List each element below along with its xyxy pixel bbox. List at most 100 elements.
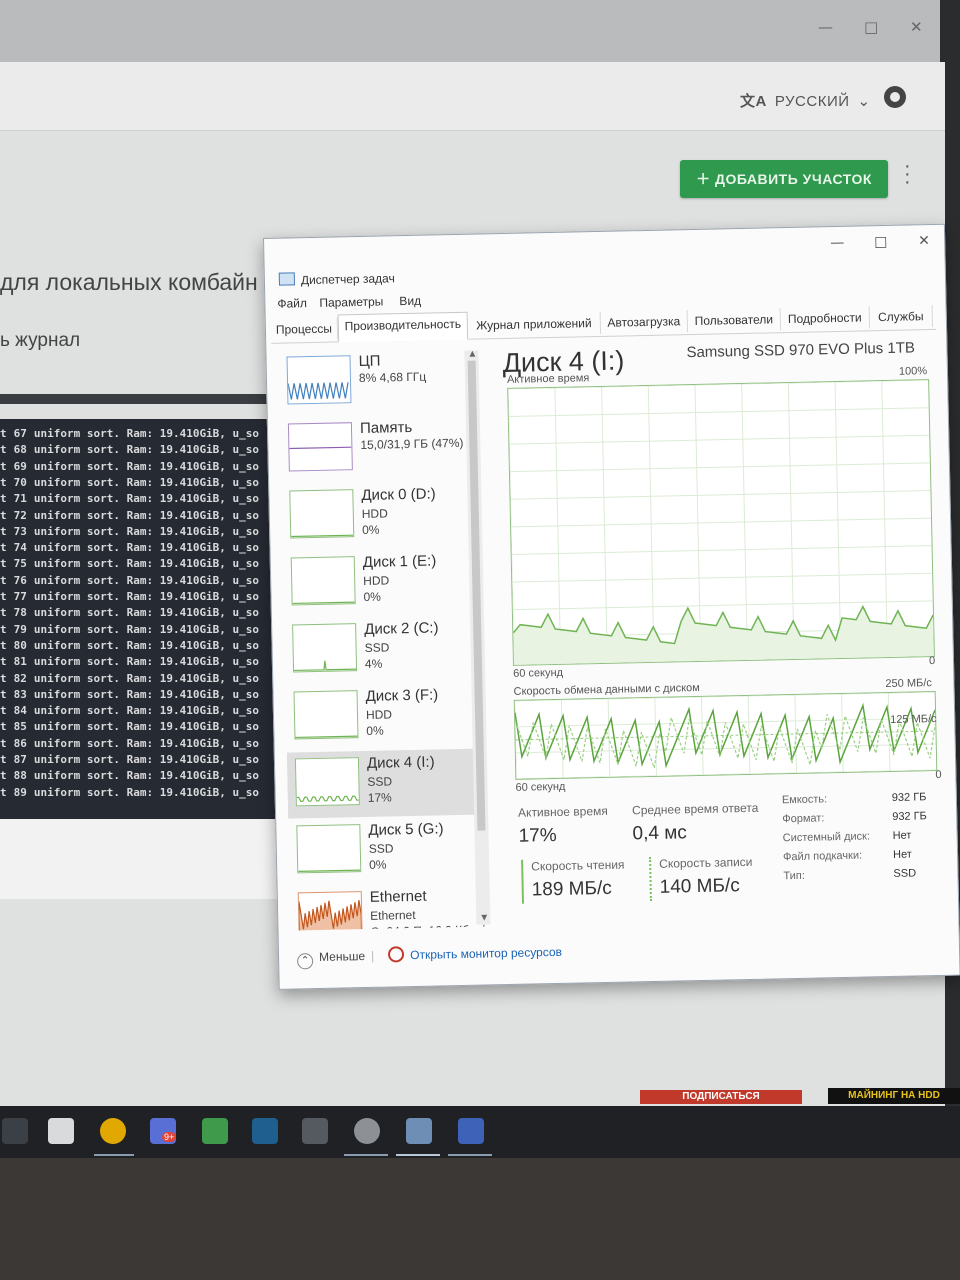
sidebar-item-value: 15,0/31,9 ГБ (47%) <box>360 435 464 453</box>
terminal-line-text: uniform sort. Ram: 19.410GiB, u_so <box>33 557 260 571</box>
property-label: Системный диск: <box>782 830 871 845</box>
unity-icon[interactable] <box>302 1118 328 1144</box>
close-icon[interactable]: ✕ <box>910 18 923 36</box>
sidebar-item-thumbnail <box>292 623 358 673</box>
footer-divider: | <box>370 948 375 963</box>
discord-icon[interactable]: 9+ <box>150 1118 177 1144</box>
sidebar-item[interactable]: Диск 4 (I:) SSD 17% <box>286 748 479 819</box>
theme-toggle-icon[interactable] <box>884 86 906 108</box>
terminal-line: t 84 uniform sort. Ram: 19.410GiB, u_so <box>0 704 259 717</box>
sidebar-item-type: HDD <box>361 506 388 521</box>
terminal-line-prefix: t <box>0 427 7 440</box>
property-value: Нет <box>892 829 912 842</box>
sidebar-item[interactable]: EthernetEthernetО: 24,0 П: 16,0 Кбит/с <box>290 883 491 931</box>
disk-model: Samsung SSD 970 EVO Plus 1TB <box>686 339 916 362</box>
terminal-line-number: 79 <box>13 622 27 636</box>
tab-processes[interactable]: Процессы <box>270 317 339 341</box>
read-speed-label: Скорость чтения <box>531 857 625 874</box>
terminal-line-text: uniform sort. Ram: 19.410GiB, u_so <box>33 704 260 718</box>
chrome-icon[interactable] <box>100 1118 126 1144</box>
tab-users[interactable]: Пользователи <box>687 308 782 333</box>
terminal-line-text: uniform sort. Ram: 19.410GiB, u_so <box>33 443 260 457</box>
task-manager-window: Диспетчер задач — □ ✕ Файл Параметры Вид… <box>263 223 960 990</box>
terminal-line-prefix: t <box>0 720 7 734</box>
task-manager-taskbar-icon[interactable] <box>406 1118 432 1144</box>
active-time-label: Активное время <box>517 803 608 820</box>
tab-services[interactable]: Службы <box>869 304 934 329</box>
tab-app-history[interactable]: Журнал приложений <box>467 311 602 337</box>
sidebar-item-name: Диск 0 (D:) <box>361 485 436 504</box>
add-plot-button[interactable]: ＋ ДОБАВИТЬ УЧАСТОК <box>680 160 888 198</box>
network-app-icon[interactable] <box>458 1118 484 1144</box>
tab-startup[interactable]: Автозагрузка <box>600 310 689 334</box>
sidebar-item[interactable]: Диск 1 (E:) HDD 0% <box>283 548 474 618</box>
chevron-up-icon: ⌃ <box>296 953 314 970</box>
open-resource-monitor-link[interactable]: Открыть монитор ресурсов <box>410 945 562 962</box>
mail-icon[interactable] <box>48 1118 74 1144</box>
terminal-line-prefix: t <box>0 638 7 652</box>
terminal-line-text: uniform sort. Ram: 19.410GiB, u_so <box>33 475 260 489</box>
terminal-line-prefix: t <box>0 573 7 587</box>
terminal-line: t 88 uniform sort. Ram: 19.410GiB, u_so <box>0 769 259 782</box>
sidebar-item-type: SSD <box>364 640 390 655</box>
log-heading: ь журнал <box>0 330 81 351</box>
terminal-line-text: uniform sort. Ram: 19.410GiB, u_so <box>33 720 260 734</box>
scroll-up-icon[interactable]: ▲ <box>467 349 477 360</box>
log-panel-footer <box>0 819 290 899</box>
sidebar-item[interactable]: Диск 3 (F:) HDD 0% <box>285 682 476 752</box>
terminal-line-text: uniform sort. Ram: 19.410GiB, u_so <box>33 655 260 669</box>
menu-options[interactable]: Параметры <box>319 294 383 309</box>
graph2-label: Скорость обмена данными с диском <box>513 681 700 698</box>
minimize-icon[interactable]: — <box>818 18 833 36</box>
sidebar-item-value: 0% <box>366 723 384 738</box>
maximize-icon[interactable]: □ <box>874 234 888 250</box>
write-indicator <box>649 857 652 902</box>
property-label: Емкость: <box>781 793 828 807</box>
menu-file[interactable]: Файл <box>277 296 307 311</box>
terminal-line: t 78 uniform sort. Ram: 19.410GiB, u_so <box>0 606 259 619</box>
terminal-line-number: 80 <box>13 638 27 652</box>
sidebar-item[interactable]: Диск 0 (D:) HDD 0% <box>281 481 472 551</box>
terminal-line: t 69 uniform sort. Ram: 19.410GiB, u_so <box>0 460 259 473</box>
sidebar-item[interactable]: Диск 5 (G:) SSD 0% <box>288 816 479 886</box>
sidebar-item[interactable]: ЦП 8% 4,68 ГГц <box>278 347 469 417</box>
terminal-line-prefix: t <box>0 541 7 555</box>
terminal-line-number: 81 <box>13 655 27 669</box>
video-title-banner: МАЙНИНГ НА HDD <box>828 1088 960 1104</box>
terminal-line-prefix: t <box>0 655 7 669</box>
language-label: РУССКИЙ <box>774 93 850 110</box>
terminal-line-prefix: t <box>0 753 7 766</box>
terminal-line: t 72 uniform sort. Ram: 19.410GiB, u_so <box>0 509 259 522</box>
start-icon[interactable] <box>2 1118 28 1144</box>
disc-app-icon[interactable] <box>354 1118 380 1144</box>
tab-details[interactable]: Подробности <box>780 306 871 331</box>
chrome-running-indicator <box>94 1154 134 1156</box>
fewer-details-toggle[interactable]: ⌃ Меньше <box>296 949 365 970</box>
terminal-line-number: 87 <box>13 753 27 766</box>
graph1-label: Активное время <box>506 372 590 386</box>
steam-icon[interactable] <box>252 1118 278 1144</box>
read-indicator <box>521 859 524 904</box>
sidebar-item[interactable]: Память 15,0/31,9 ГБ (47%) <box>280 414 471 484</box>
close-icon[interactable]: ✕ <box>918 233 930 249</box>
sidebar-item-type: SSD <box>368 841 394 856</box>
terminal-line-number: 76 <box>13 573 27 587</box>
language-selector[interactable]: 文A РУССКИЙ ⌄ <box>740 90 871 111</box>
terminal-line: t 81 uniform sort. Ram: 19.410GiB, u_so <box>0 655 259 668</box>
menu-view[interactable]: Вид <box>399 294 421 308</box>
terminal-line-prefix: t <box>0 785 7 799</box>
section-heading: для локальных комбайн <box>0 269 258 295</box>
graph1-time: 60 секунд <box>513 666 564 680</box>
terminal-line-prefix: t <box>0 475 7 489</box>
more-menu-icon[interactable]: · · · <box>904 156 911 192</box>
sidebar-item[interactable]: Диск 2 (C:) SSD 4% <box>284 615 475 685</box>
read-speed-value: 189 МБ/с <box>531 877 612 901</box>
scroll-down-icon[interactable]: ▼ <box>479 912 489 923</box>
leaf-app-icon[interactable] <box>202 1118 228 1144</box>
terminal-line: t 73 uniform sort. Ram: 19.410GiB, u_so <box>0 525 259 538</box>
tab-performance[interactable]: Производительность <box>337 311 469 343</box>
terminal-line-text: uniform sort. Ram: 19.410GiB, u_so <box>33 671 260 685</box>
terminal-line-text: uniform sort. Ram: 19.410GiB, u_so <box>33 508 260 522</box>
minimize-icon[interactable]: — <box>830 235 844 251</box>
maximize-icon[interactable]: □ <box>864 18 878 36</box>
